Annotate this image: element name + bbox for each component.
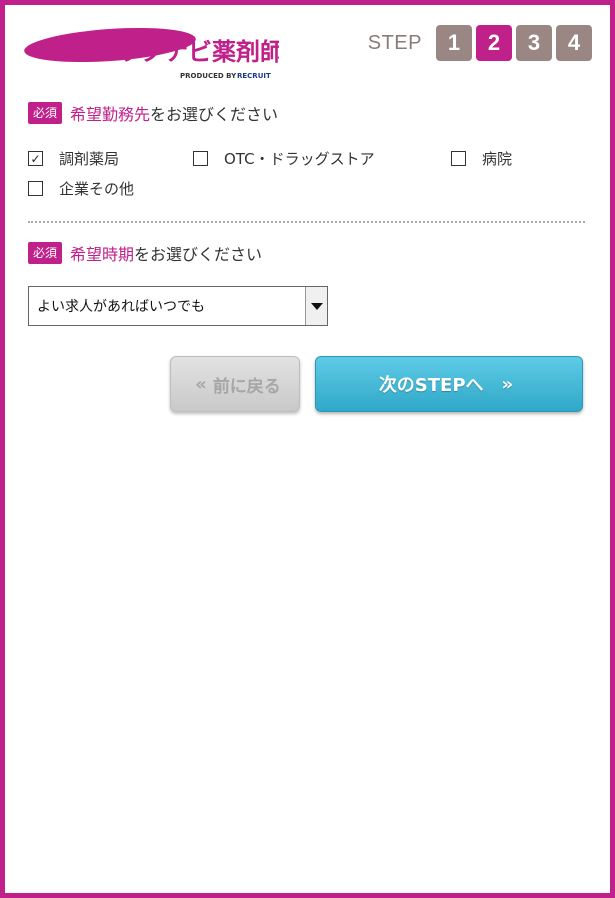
checkbox-company-other[interactable]: 企業その他 [28,178,134,199]
form-frame: リクナビ薬剤師 PRODUCED BY RECRUIT STEP 1 2 3 4… [0,0,615,898]
back-button-label: 前に戻る [212,376,281,397]
checkbox-otc-label: OTC・ドラッグストア [224,150,375,168]
workplace-section-title: 必須 希望勤務先 をお選びください [28,101,278,125]
required-badge: 必須 [28,242,63,264]
workplace-title-accent: 希望勤務先 [70,105,151,124]
checkbox-company-label: 企業その他 [59,180,135,198]
timing-title-accent: 希望時期 [70,245,135,264]
timing-section-title: 必須 希望時期 をお選びください [28,241,262,265]
step-label: STEP [367,31,422,54]
checkbox-pharmacy-box[interactable]: ✓ [28,151,43,166]
checkbox-otc-drugstore[interactable]: OTC・ドラッグストア [193,148,375,169]
step-1: 1 [436,25,472,61]
checkbox-otc-box[interactable] [193,151,208,166]
dropdown-arrow-icon[interactable] [305,287,327,325]
logo-sub: PRODUCED BY [180,72,237,80]
checkbox-company-box[interactable] [28,181,43,196]
step-2: 2 [476,25,512,61]
step-indicator: STEP 1 2 3 4 [368,25,592,61]
checkbox-hospital-box[interactable] [451,151,466,166]
next-step-button-label: 次のSTEPへ [378,375,484,396]
logo-text: リクナビ薬剤師 [116,38,279,66]
timing-title-rest: をお選びください [134,245,263,264]
timing-select[interactable]: よい求人があればいつでも [28,286,328,326]
workplace-title-rest: をお選びください [150,105,279,124]
timing-select-value: よい求人があればいつでも [37,299,205,315]
double-chevron-right-icon: » [501,373,514,395]
checkbox-hospital-label: 病院 [482,150,513,168]
logo-brand: RECRUIT [237,72,271,80]
double-chevron-left-icon: « [195,373,207,395]
checkbox-pharmacy[interactable]: ✓ 調剤薬局 [28,148,119,169]
rikunabi-logo: リクナビ薬剤師 PRODUCED BY RECRUIT [24,27,279,80]
step-4: 4 [556,25,592,61]
required-badge: 必須 [28,102,63,124]
checkbox-pharmacy-label: 調剤薬局 [59,150,120,168]
next-step-button[interactable]: 次のSTEPへ » [315,356,583,412]
back-button[interactable]: « 前に戻る [170,356,300,412]
section-divider [28,221,585,223]
checkbox-hospital[interactable]: 病院 [451,148,512,169]
step-3: 3 [516,25,552,61]
